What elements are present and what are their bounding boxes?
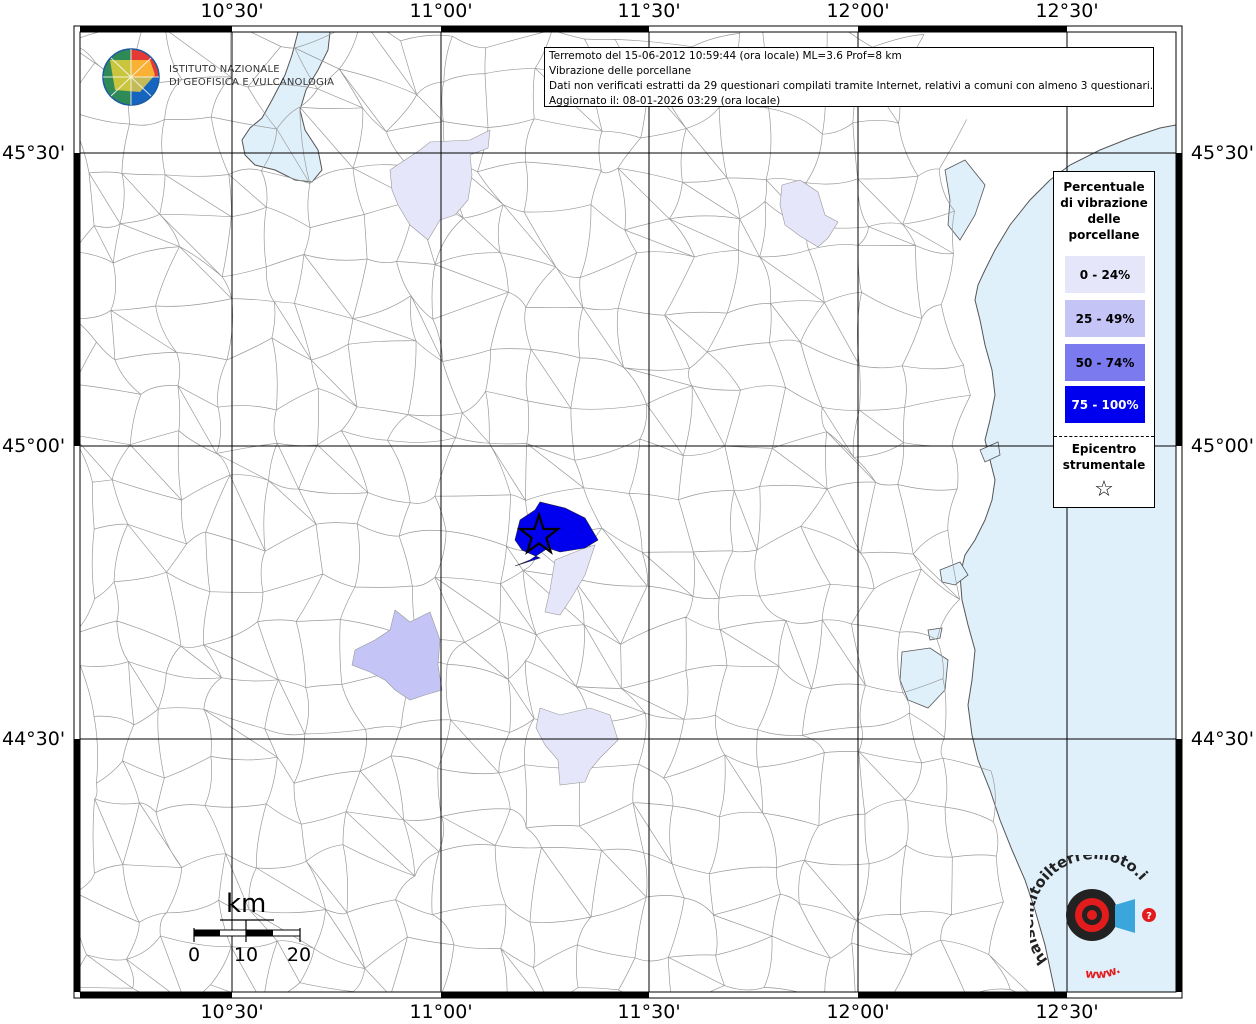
legend-title-line-2: di vibrazione — [1060, 196, 1148, 210]
legend-separator — [1054, 436, 1154, 437]
ingv-logo-line-1: ISTITUTO NAZIONALE — [169, 64, 280, 75]
earthquake-info-box: Terremoto del 15-06-2012 10:59:44 (ora l… — [544, 47, 1154, 107]
legend-swatch-50-74: 50 - 74% — [1065, 344, 1145, 381]
bottom-label-5: 12°30' — [1035, 1001, 1099, 1023]
legend-swatch-25-49: 25 - 49% — [1065, 300, 1145, 337]
top-label-4: 12°00' — [826, 0, 890, 22]
scale-tick-20: 20 — [286, 944, 312, 966]
top-label-2: 11°00' — [409, 0, 473, 22]
ingv-logo-text: ISTITUTO NAZIONALE DI GEOFISICA E VULCAN… — [169, 63, 334, 89]
left-label-2: 45°00' — [2, 435, 66, 457]
legend-epicenter-line-1: Epicentro — [1071, 442, 1137, 456]
megaphone-icon — [1115, 899, 1135, 933]
ingv-logo-line-2: DI GEOFISICA E VULCANOLOGIA — [169, 77, 335, 88]
info-subject-line: Vibrazione delle porcellane — [549, 65, 692, 77]
legend-label-50-74: 50 - 74% — [1075, 355, 1135, 370]
haisentito-logo-www: www. — [1085, 962, 1123, 981]
top-label-1: 10°30' — [200, 0, 264, 22]
legend-title-line-1: Percentuale — [1063, 180, 1145, 194]
legend-epicenter-line-2: strumentale — [1062, 458, 1146, 472]
legend-swatch-0-24: 0 - 24% — [1065, 256, 1145, 293]
legend-label-0-24: 0 - 24% — [1079, 267, 1131, 282]
top-label-3: 11°30' — [617, 0, 681, 22]
legend-label-25-49: 25 - 49% — [1075, 311, 1135, 326]
right-label-2: 45°00' — [1190, 435, 1254, 457]
right-label-3: 44°30' — [1190, 728, 1254, 750]
info-data-line: Dati non verificati estratti da 29 quest… — [549, 80, 1154, 92]
legend-star-icon: ☆ — [1094, 477, 1114, 502]
bottom-label-1: 10°30' — [200, 1001, 264, 1023]
scale-tick-10: 10 — [233, 944, 259, 966]
left-label-1: 45°30' — [2, 142, 66, 164]
bottom-label-3: 11°30' — [617, 1001, 681, 1023]
scale-tick-0: 0 — [187, 944, 201, 966]
right-label-1: 45°30' — [1190, 142, 1254, 164]
legend-swatch-75-100: 75 - 100% — [1065, 386, 1145, 423]
legend-title-line-3: delle — [1087, 212, 1121, 226]
bottom-label-2: 11°00' — [409, 1001, 473, 1023]
legend-title: Percentuale di vibrazione delle porcella… — [1054, 179, 1154, 243]
info-updated-line: Aggiornato il: 08-01-2026 03:29 (ora loc… — [549, 95, 781, 107]
scale-unit: km — [226, 889, 267, 919]
bottom-label-4: 12°00' — [826, 1001, 890, 1023]
left-label-3: 44°30' — [2, 728, 66, 750]
legend: Percentuale di vibrazione delle porcella… — [1053, 171, 1155, 508]
ingv-logo-icon — [102, 48, 160, 106]
svg-text:?: ? — [1146, 911, 1152, 922]
haisentito-logo: haisentitoilterremoto.it www. ? — [1030, 855, 1156, 981]
info-earthquake-line: Terremoto del 15-06-2012 10:59:44 (ora l… — [549, 50, 902, 62]
legend-epicenter-title: Epicentro strumentale — [1054, 441, 1154, 473]
top-label-5: 12°30' — [1035, 0, 1099, 22]
legend-label-75-100: 75 - 100% — [1071, 397, 1139, 412]
legend-title-line-4: porcellane — [1068, 228, 1140, 242]
